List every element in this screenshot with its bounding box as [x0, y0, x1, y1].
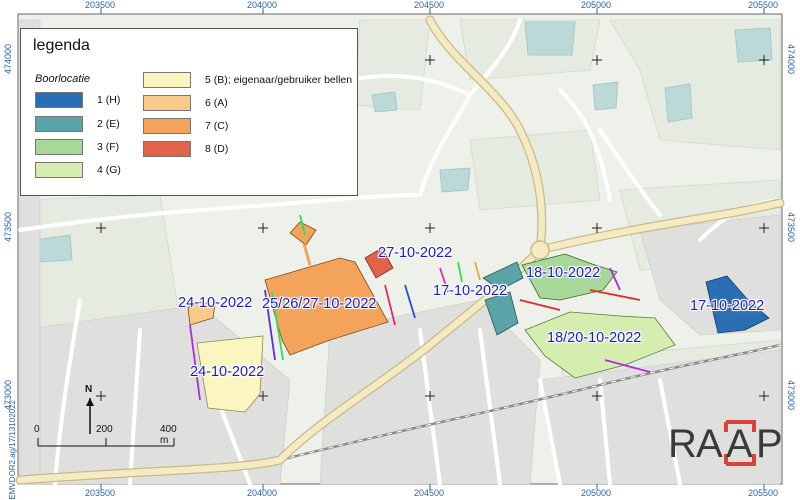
- legend-item-1: 1 (H): [35, 92, 120, 108]
- legend-subtitle: Boorlocatie: [35, 73, 91, 85]
- legend-swatch-3: [35, 139, 83, 155]
- y-coord-2: 473500: [3, 212, 13, 243]
- legend-swatch-4: [35, 162, 83, 178]
- x-coord-1-bottom: 203500: [85, 488, 116, 498]
- legend-swatch-8: [143, 141, 191, 157]
- x-coord-3: 204500: [414, 0, 445, 10]
- date-label-location-2: 17-10-2022: [433, 283, 508, 299]
- date-label-location-5: 24-10-2022: [190, 364, 265, 380]
- x-coord-4: 205000: [581, 0, 612, 10]
- raap-logo: R A A P: [668, 420, 783, 466]
- legend-item-8: 8 (D): [143, 141, 228, 157]
- date-label-location-3: 18-10-2022: [526, 265, 601, 281]
- legend-item-4: 4 (G): [35, 162, 121, 178]
- date-label-location-8: 27-10-2022: [378, 245, 453, 261]
- date-label-location-1: 17-10-2022: [690, 298, 765, 314]
- logo-letter-3: A: [726, 422, 753, 466]
- scale-bar: 0 200 400 m: [18, 416, 178, 461]
- legend-label-1: 1 (H): [97, 94, 121, 106]
- x-coord-1: 203500: [85, 0, 116, 10]
- x-coord-5-bottom: 205500: [748, 488, 779, 498]
- x-coord-2: 204000: [247, 0, 278, 10]
- y-coord-3-right: 473000: [786, 380, 796, 411]
- date-label-location-7: 25/26/27-10-2022: [262, 296, 377, 312]
- legend-label-4: 4 (G): [97, 164, 121, 176]
- x-coord-4-bottom: 205000: [581, 488, 612, 498]
- scale-label-200: 200: [96, 424, 113, 435]
- legend-label-7: 7 (C): [205, 120, 229, 132]
- scale-label-400: 400 m: [160, 424, 177, 446]
- logo-letter-4: P: [756, 422, 783, 466]
- legend-swatch-2: [35, 116, 83, 132]
- legend-item-3: 3 (F): [35, 139, 119, 155]
- legend-item-2: 2 (E): [35, 116, 120, 132]
- legend-item-7: 7 (C): [143, 118, 228, 134]
- legend-swatch-1: [35, 92, 83, 108]
- logo-letter-2: A: [696, 422, 723, 466]
- date-label-location-4: 18/20-10-2022: [547, 330, 642, 346]
- legend-label-6: 6 (A): [205, 97, 228, 109]
- y-coord-1-right: 474000: [786, 44, 796, 75]
- scale-label-0: 0: [34, 424, 40, 435]
- legend-title: legenda: [33, 37, 90, 54]
- north-label: N: [85, 384, 93, 395]
- legend-swatch-5: [143, 72, 191, 88]
- map-frame: 203500 204000 204500 205000 205500 20350…: [0, 0, 800, 500]
- y-coord-1: 474000: [3, 44, 13, 75]
- scale-bar-graphic: [37, 438, 175, 447]
- logo-letter-1: R: [668, 422, 697, 466]
- legend-label-3: 3 (F): [97, 141, 120, 153]
- legend-item-6: 6 (A): [143, 95, 228, 111]
- legend-label-5: 5 (B); eigenaar/gebruiker bellen: [205, 74, 353, 86]
- legend-label-2: 2 (E): [97, 118, 120, 130]
- date-label-location-6: 24-10-2022: [178, 295, 253, 311]
- y-coord-2-right: 473500: [786, 212, 796, 243]
- legend-panel: legenda Boorlocatie 1 (H) 2 (E) 3 (F) 4 …: [20, 28, 358, 196]
- legend-swatch-6: [143, 95, 191, 111]
- map-reference-code: EMVDOR2.ag/17/13102022: [8, 400, 17, 500]
- x-coord-2-bottom: 204000: [247, 488, 278, 498]
- legend-swatch-7: [143, 118, 191, 134]
- x-coord-3-bottom: 204500: [414, 488, 445, 498]
- legend-label-8: 8 (D): [205, 143, 229, 155]
- x-coord-5: 205500: [748, 0, 779, 10]
- legend-item-5: 5 (B); eigenaar/gebruiker bellen: [143, 72, 352, 88]
